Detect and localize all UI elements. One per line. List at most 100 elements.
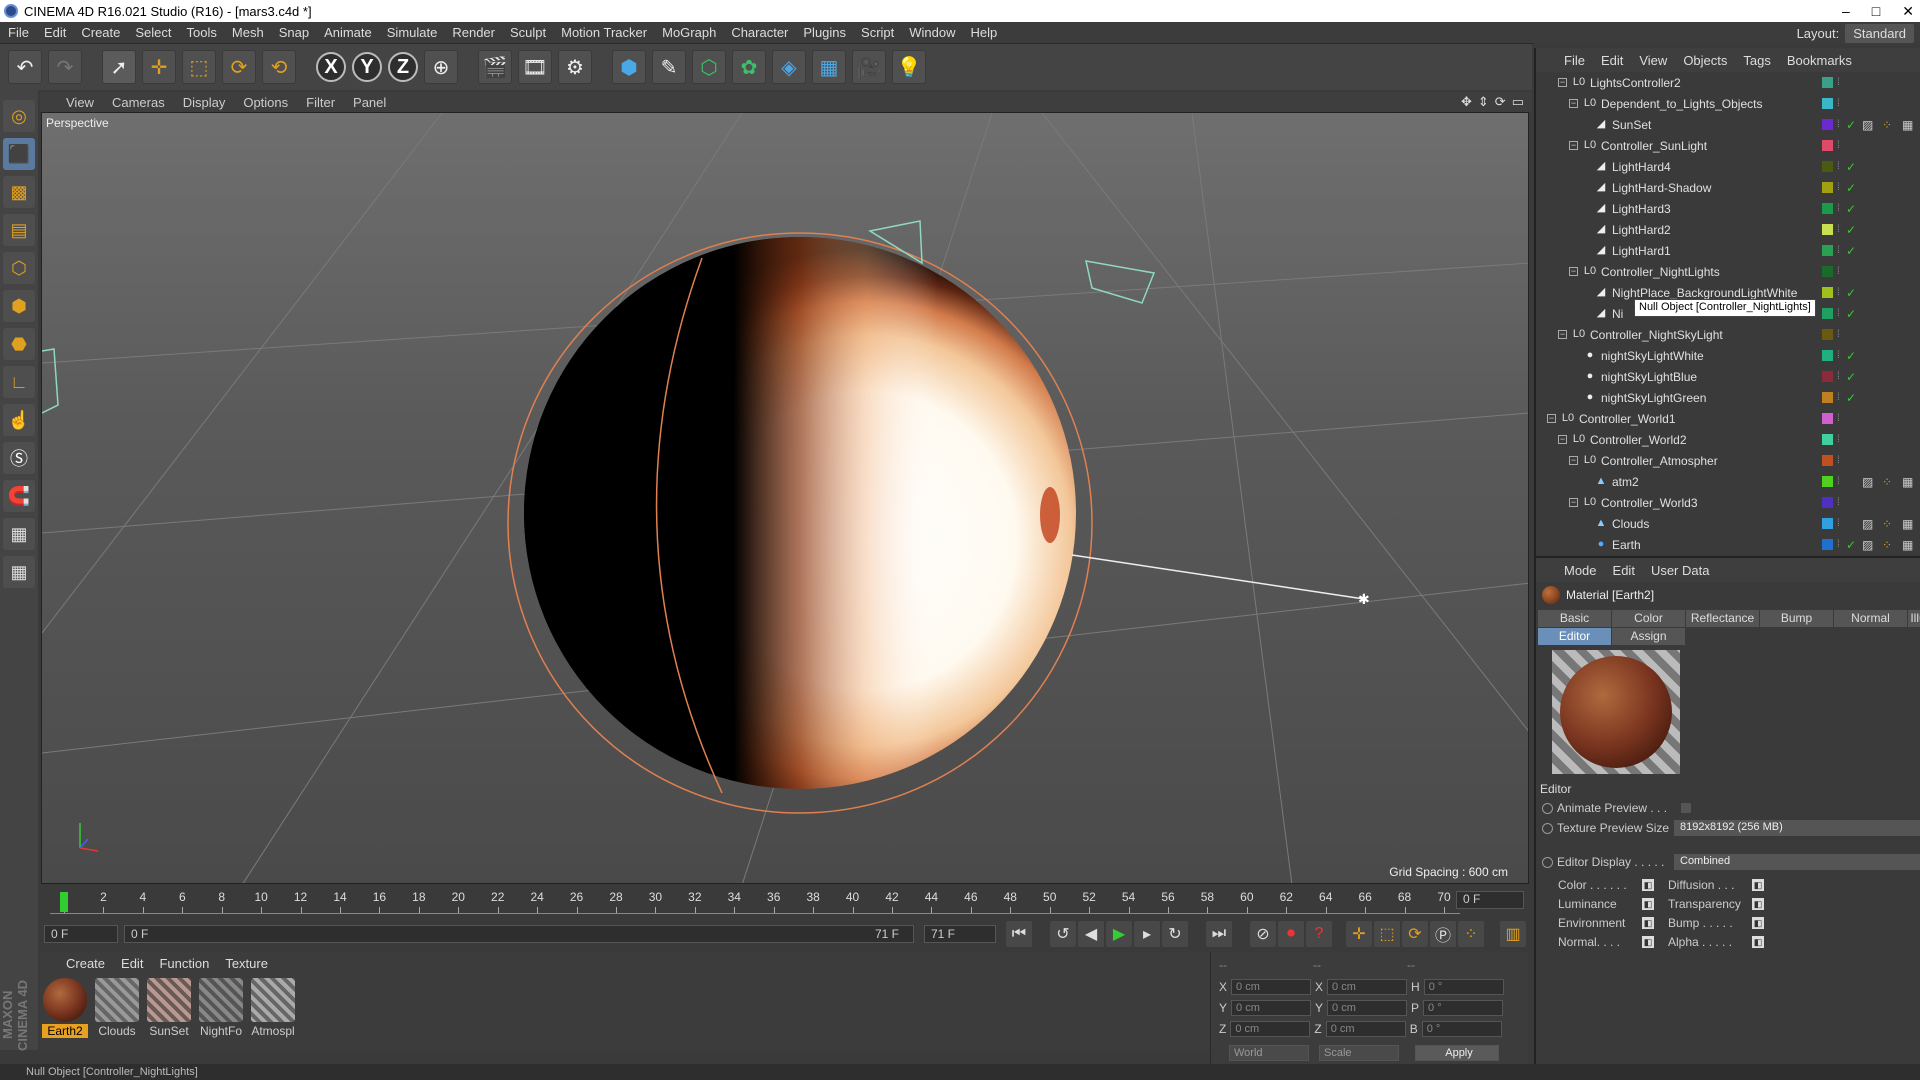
menu-motion-tracker[interactable]: Motion Tracker <box>561 25 647 40</box>
object-tag-icon[interactable]: ⁘ <box>1882 475 1892 489</box>
texture-preview-size-dropdown[interactable]: 8192x8192 (256 MB) <box>1674 820 1920 836</box>
light-bulb-icon[interactable]: 💡 <box>892 50 926 84</box>
object-row[interactable]: ◢ LightHard4 ⁞ ✓ <box>1536 156 1920 177</box>
rotation-b-field[interactable]: 0 ° <box>1421 1021 1502 1037</box>
animate-preview-checkbox[interactable] <box>1681 803 1692 813</box>
layer-color-swatch[interactable] <box>1822 266 1833 277</box>
layer-color-swatch[interactable] <box>1822 119 1833 130</box>
rotate-tool-icon[interactable]: ⟳ <box>222 50 256 84</box>
undo-icon[interactable]: ↶ <box>8 50 42 84</box>
channel-toggle-left[interactable]: Normal. . . . ◧ <box>1558 935 1654 949</box>
material-swatch-clouds[interactable]: Clouds <box>94 978 140 1040</box>
object-row[interactable]: ▲ Clouds ⁞ ▨ ⁘ ▦ <box>1536 513 1920 534</box>
expand-toggle-icon[interactable]: − <box>1569 456 1578 465</box>
layer-color-swatch[interactable] <box>1822 518 1833 529</box>
toggle-view-icon[interactable]: ▭ <box>1512 94 1524 110</box>
channel-checkbox-icon[interactable]: ◧ <box>1752 879 1764 891</box>
material-swatch-nightfo[interactable]: NightFo <box>198 978 244 1040</box>
visibility-dots-icon[interactable]: ⁞ <box>1837 119 1840 130</box>
attr-menu-edit[interactable]: Edit <box>1613 563 1635 578</box>
enabled-check-icon[interactable]: ✓ <box>1846 118 1856 132</box>
layer-color-swatch[interactable] <box>1822 77 1833 88</box>
menu-create[interactable]: Create <box>81 25 120 40</box>
visibility-dots-icon[interactable]: ⁞ <box>1837 287 1840 298</box>
layer-color-swatch[interactable] <box>1822 140 1833 151</box>
menu-snap[interactable]: Snap <box>279 25 309 40</box>
position-x-field[interactable]: 0 cm <box>1231 979 1312 995</box>
key-rotation-icon[interactable]: ⟳ <box>1402 921 1428 947</box>
viewport-menu-panel[interactable]: Panel <box>353 95 386 110</box>
attr-menu-mode[interactable]: Mode <box>1564 563 1597 578</box>
layer-color-swatch[interactable] <box>1822 329 1833 340</box>
object-row[interactable]: − L0 LightsController2 ⁞ <box>1536 72 1920 93</box>
visibility-dots-icon[interactable]: ⁞ <box>1837 329 1840 340</box>
expand-toggle-icon[interactable]: − <box>1547 414 1556 423</box>
menu-simulate[interactable]: Simulate <box>387 25 438 40</box>
y-axis-lock-icon[interactable]: Y <box>352 52 382 82</box>
object-name[interactable]: atm2 <box>1612 475 1639 489</box>
visibility-dots-icon[interactable]: ⁞ <box>1837 203 1840 214</box>
layer-color-swatch[interactable] <box>1822 476 1833 487</box>
key-position-icon[interactable]: ✛ <box>1346 921 1372 947</box>
go-to-start-icon[interactable]: ⏮ <box>1006 921 1032 947</box>
layer-color-swatch[interactable] <box>1822 224 1833 235</box>
visibility-dots-icon[interactable]: ⁞ <box>1837 497 1840 508</box>
spline-pen-icon[interactable]: ✎ <box>652 50 686 84</box>
points-mode-icon[interactable]: ⬡ <box>3 252 35 284</box>
tab-normal[interactable]: Normal <box>1834 610 1907 627</box>
enabled-check-icon[interactable]: ✓ <box>1846 181 1856 195</box>
object-name[interactable]: nightSkyLightBlue <box>1601 370 1697 384</box>
object-row[interactable]: − L0 Controller_World3 ⁞ <box>1536 492 1920 513</box>
tab-basic[interactable]: Basic <box>1538 610 1611 627</box>
viewport-menu-options[interactable]: Options <box>243 95 288 110</box>
cube-object-icon[interactable]: ⬢ <box>612 50 646 84</box>
channel-checkbox-icon[interactable]: ◧ <box>1642 898 1654 910</box>
material-swatch-atmospl[interactable]: Atmospl <box>250 978 296 1040</box>
attr-menu-user-data[interactable]: User Data <box>1651 563 1710 578</box>
object-menu-edit[interactable]: Edit <box>1601 53 1623 68</box>
object-name[interactable]: Controller_Atmospher <box>1601 454 1718 468</box>
tab-assign[interactable]: Assign <box>1612 628 1685 645</box>
enabled-check-icon[interactable]: ✓ <box>1846 223 1856 237</box>
tab-reflectance[interactable]: Reflectance <box>1686 610 1759 627</box>
coordinate-system-icon[interactable]: ⊕ <box>424 50 458 84</box>
maximize-button[interactable]: □ <box>1872 0 1880 22</box>
object-tag-icon[interactable]: ⁘ <box>1882 538 1892 552</box>
visibility-dots-icon[interactable]: ⁞ <box>1837 518 1840 529</box>
edges-mode-icon[interactable]: ⬢ <box>3 290 35 322</box>
object-name[interactable]: Earth <box>1612 538 1641 552</box>
object-name[interactable]: SunSet <box>1612 118 1651 132</box>
object-tag-icon[interactable]: ▦ <box>1902 118 1913 132</box>
render-view-icon[interactable]: 🎬 <box>478 50 512 84</box>
world-dropdown[interactable]: World <box>1229 1045 1309 1061</box>
object-row[interactable]: − L0 Controller_NightSkyLight ⁞ <box>1536 324 1920 345</box>
object-menu-tags[interactable]: Tags <box>1743 53 1770 68</box>
layer-color-swatch[interactable] <box>1822 455 1833 466</box>
move-view-icon[interactable]: ✥ <box>1461 94 1472 110</box>
channel-toggle-left[interactable]: Environment ◧ <box>1558 916 1654 930</box>
object-name[interactable]: nightSkyLightGreen <box>1601 391 1706 405</box>
scale-tool-icon[interactable]: ⬚ <box>182 50 216 84</box>
tab-bump[interactable]: Bump <box>1760 610 1833 627</box>
visibility-dots-icon[interactable]: ⁞ <box>1837 140 1840 151</box>
object-name[interactable]: Dependent_to_Lights_Objects <box>1601 97 1762 111</box>
viewport-menu-view[interactable]: View <box>66 95 94 110</box>
texture-preview-radio[interactable] <box>1542 822 1553 834</box>
menu-help[interactable]: Help <box>971 25 998 40</box>
object-menu-objects[interactable]: Objects <box>1683 53 1727 68</box>
rotation-h-field[interactable]: 0 ° <box>1423 979 1504 995</box>
material-menu-function[interactable]: Function <box>159 956 209 971</box>
layer-color-swatch[interactable] <box>1822 203 1833 214</box>
tab-color[interactable]: Color <box>1612 610 1685 627</box>
object-row[interactable]: ◢ SunSet ⁞ ✓ ▨ ⁘ ▦ <box>1536 114 1920 135</box>
channel-toggle-left[interactable]: Luminance ◧ <box>1558 897 1654 911</box>
enabled-check-icon[interactable]: ✓ <box>1846 202 1856 216</box>
timeline-ruler[interactable]: 0246810121416182022242628303234363840424… <box>50 890 1460 914</box>
rotation-p-field[interactable]: 0 ° <box>1423 1000 1504 1016</box>
current-frame-field[interactable]: 0 F <box>1456 891 1524 909</box>
menu-mograph[interactable]: MoGraph <box>662 25 716 40</box>
object-name[interactable]: Controller_NightLights <box>1601 265 1720 279</box>
object-row[interactable]: ◢ LightHard-Shadow ⁞ ✓ <box>1536 177 1920 198</box>
material-menu-edit[interactable]: Edit <box>121 956 143 971</box>
minimize-button[interactable]: – <box>1842 0 1850 22</box>
